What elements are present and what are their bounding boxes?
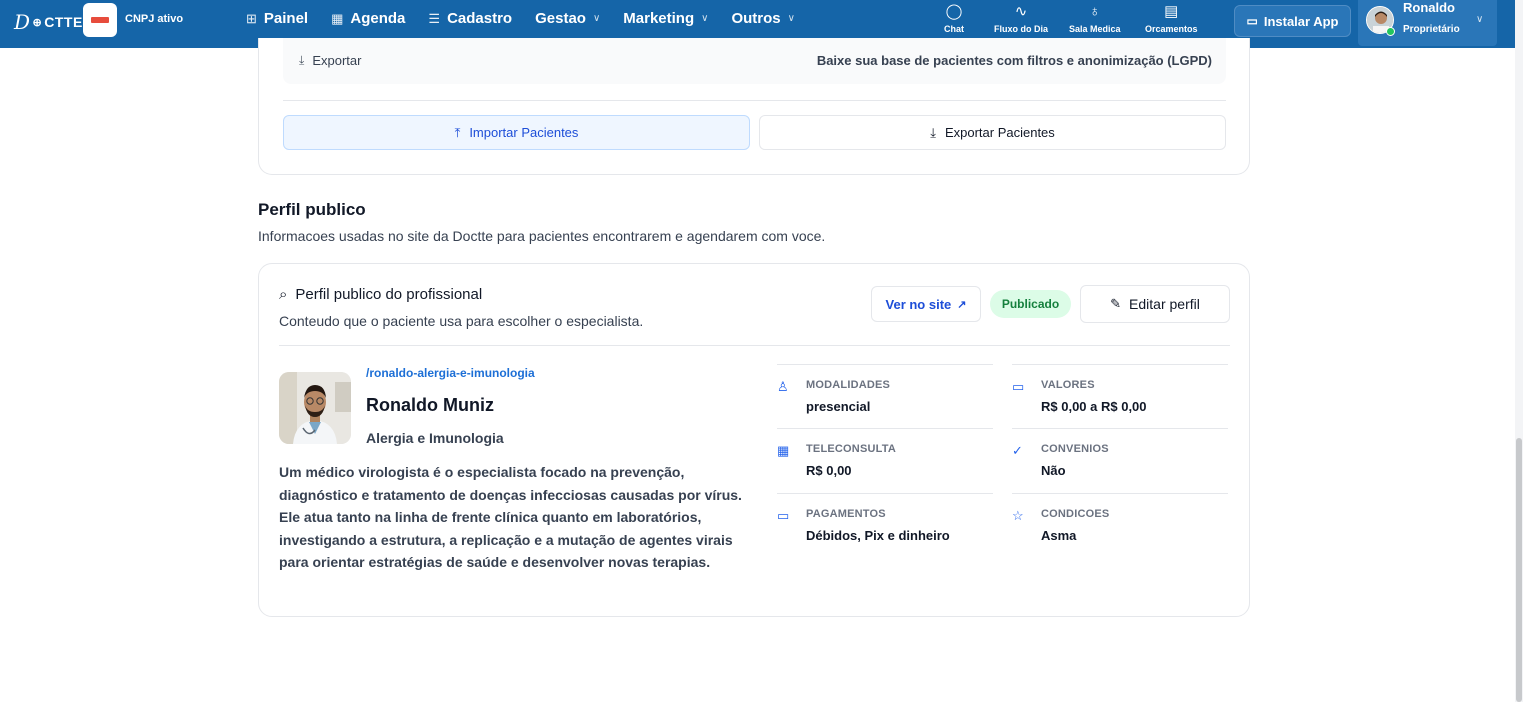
import-export-card: ⤓ Exportar Baixe sua base de pacientes c… <box>258 38 1250 175</box>
online-status-dot <box>1386 27 1395 36</box>
quick-orcamentos[interactable]: ▤ Orcamentos <box>1145 2 1198 34</box>
database-icon: ☰ <box>428 10 441 26</box>
nav-gestao[interactable]: Gestao ∨ <box>535 10 600 27</box>
view-on-site-button[interactable]: Ver no site ↗ <box>871 286 981 322</box>
cnpj-status: CNPJ ativo <box>125 13 184 25</box>
card-icon: ▭ <box>777 508 790 523</box>
section-subtitle: Informacoes usadas no site da Doctte par… <box>258 228 826 244</box>
divider <box>279 345 1230 346</box>
professional-name: Ronaldo Muniz <box>366 395 494 415</box>
professional-specialty: Alergia e Imunologia <box>366 430 504 446</box>
divider <box>283 100 1226 101</box>
card-title: ⌕ Perfil publico do profissional <box>279 286 483 303</box>
card-icon: ▭ <box>1012 379 1025 394</box>
fact-pagamentos: ▭ PAGAMENTOS Débidos, Pix e dinheiro <box>777 493 993 557</box>
quick-chat[interactable]: ◯ Chat <box>944 2 964 34</box>
fact-modalidades: ♙ MODALIDADES presencial <box>777 364 993 428</box>
monitor-download-icon: ▭ <box>1246 14 1258 28</box>
main-nav: ⊞ Painel ▦ Agenda ☰ Cadastro Gestao ∨ Ma… <box>246 10 818 27</box>
external-link-icon: ↗ <box>957 298 967 311</box>
install-app-button[interactable]: ▭ Instalar App <box>1234 5 1351 37</box>
fact-convenios: ✓ CONVENIOS Não <box>1012 428 1228 492</box>
profile-photo <box>279 372 351 444</box>
status-badge: Publicado <box>990 290 1071 318</box>
fact-valores: ▭ VALORES R$ 0,00 a R$ 0,00 <box>1012 364 1228 428</box>
clinic-logo[interactable] <box>83 3 117 37</box>
star-icon: ☆ <box>1012 508 1024 523</box>
chat-icon: ◯ <box>945 3 963 20</box>
nav-outros[interactable]: Outros ∨ <box>731 10 795 27</box>
nav-cadastro[interactable]: ☰ Cadastro <box>428 10 512 27</box>
grid-icon: ⊞ <box>246 10 257 26</box>
user-menu[interactable]: Ronaldo Proprietário ∨ <box>1358 0 1497 46</box>
section-title: Perfil publico <box>258 200 366 219</box>
upload-icon: ⤒ <box>454 124 461 140</box>
doctte-logo[interactable]: D ⊕ CTTE <box>14 10 83 34</box>
nav-agenda[interactable]: ▦ Agenda <box>331 10 405 27</box>
page-scrollbar[interactable] <box>1515 0 1523 702</box>
stethoscope-icon: ♁ <box>1089 3 1101 20</box>
search-icon: ⌕ <box>279 286 288 303</box>
check-circle-icon: ✓ <box>1012 443 1023 458</box>
card-subtitle: Conteudo que o paciente usa para escolhe… <box>279 313 644 329</box>
quick-fluxo-do-dia[interactable]: ∿ Fluxo do Dia <box>994 2 1048 34</box>
document-icon: ▤ <box>1164 3 1179 20</box>
download-icon: ⤓ <box>299 53 305 67</box>
chevron-down-icon: ∨ <box>787 13 795 24</box>
activity-icon: ∿ <box>1014 3 1028 20</box>
public-profile-card: ⌕ Perfil publico do profissional Conteud… <box>258 263 1250 617</box>
edit-profile-button[interactable]: ✎ Editar perfil <box>1080 285 1230 323</box>
chevron-down-icon: ∨ <box>592 13 601 24</box>
nav-marketing[interactable]: Marketing ∨ <box>623 10 708 27</box>
quick-sala-medica[interactable]: ♁ Sala Medica <box>1069 2 1121 34</box>
calendar-icon: ▦ <box>331 10 344 26</box>
pencil-icon: ✎ <box>1110 296 1122 311</box>
professional-bio: Um médico virologista é o especialista f… <box>279 464 742 570</box>
scrollbar-thumb[interactable] <box>1516 438 1522 702</box>
calendar-check-icon: ▦ <box>777 443 790 458</box>
chevron-down-icon: ∨ <box>1476 14 1484 25</box>
export-patients-button[interactable]: ⤓ Exportar Pacientes <box>759 115 1226 150</box>
import-patients-button[interactable]: ⤒ Importar Pacientes <box>283 115 750 150</box>
export-info-row: ⤓ Exportar Baixe sua base de pacientes c… <box>283 38 1226 84</box>
chevron-down-icon: ∨ <box>701 13 709 24</box>
profile-slug-link[interactable]: /ronaldo-alergia-e-imunologia <box>366 366 535 380</box>
fact-condicoes: ☆ CONDICOES Asma <box>1012 493 1228 557</box>
download-icon: ⤓ <box>930 124 936 140</box>
user-icon: ♙ <box>777 379 789 394</box>
fact-teleconsulta: ▦ TELECONSULTA R$ 0,00 <box>777 428 993 492</box>
nav-painel[interactable]: ⊞ Painel <box>246 10 308 27</box>
